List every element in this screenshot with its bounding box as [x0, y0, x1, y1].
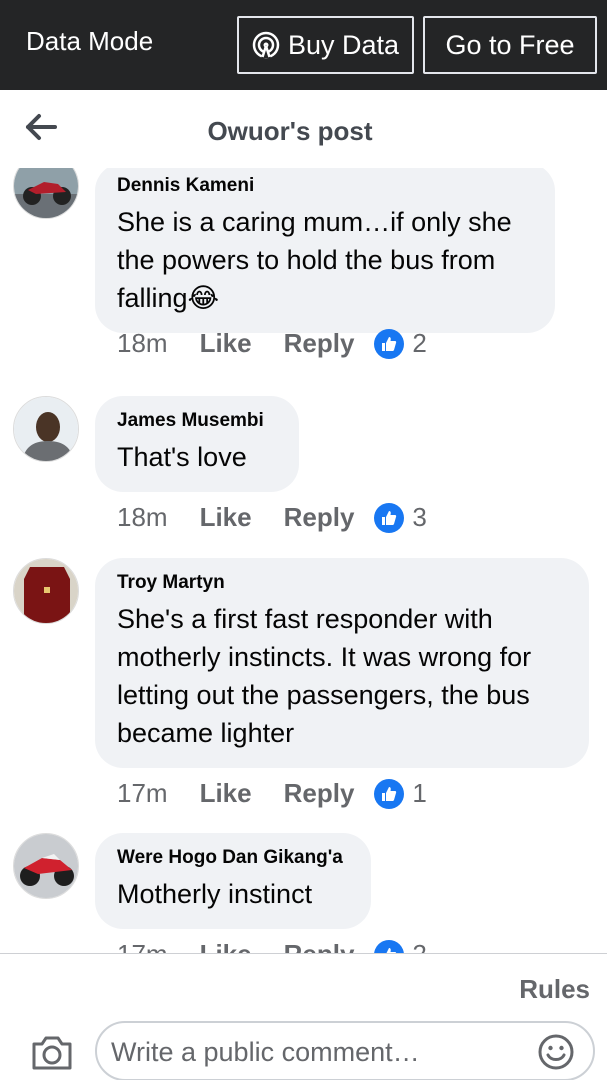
reply-button[interactable]: Reply — [284, 502, 355, 533]
comment-time: 18m — [117, 328, 168, 358]
page-title: Owuor's post — [207, 116, 373, 146]
reaction-count[interactable]: 2 — [412, 939, 426, 953]
like-button[interactable]: Like — [200, 502, 252, 533]
comment-composer-area: Rules — [0, 953, 607, 1080]
reply-button[interactable]: Reply — [284, 328, 355, 359]
buy-data-label: Buy Data — [287, 29, 400, 60]
comment-bubble[interactable]: Were Hogo Dan Gikang'a Motherly instinct — [95, 833, 371, 929]
avatar[interactable] — [13, 558, 79, 624]
comment-actions: 17m Like Reply 1 — [117, 778, 427, 809]
comment-actions: 18m Like Reply 2 — [117, 328, 427, 359]
reaction-count[interactable]: 1 — [412, 778, 426, 809]
comment-time: 17m — [117, 778, 168, 808]
broadcast-icon — [252, 31, 280, 59]
comment-text: Motherly instinct — [117, 879, 313, 909]
like-button[interactable]: Like — [200, 328, 252, 359]
comment-author[interactable]: James Musembi — [117, 410, 277, 432]
reply-button[interactable]: Reply — [284, 778, 355, 809]
reaction-count[interactable]: 2 — [412, 328, 426, 359]
data-mode-bar: Data Mode Buy Data Go to Free — [0, 0, 607, 90]
comment-actions: 18m Like Reply 3 — [117, 502, 427, 533]
jersey-avatar-image — [14, 559, 78, 623]
comment-text: That's love — [117, 442, 247, 472]
reply-button[interactable]: Reply — [284, 939, 355, 953]
motorbike-avatar-image — [14, 168, 78, 218]
go-to-free-label: Go to Free — [445, 29, 575, 60]
smiley-icon[interactable] — [537, 1033, 575, 1071]
like-button[interactable]: Like — [200, 939, 252, 953]
avatar[interactable] — [13, 396, 79, 462]
comment-time: 17m — [117, 939, 168, 953]
comment-text: She's a first fast responder with mother… — [117, 604, 532, 748]
camera-icon[interactable] — [30, 1032, 74, 1072]
comment-author[interactable]: Were Hogo Dan Gikang'a — [117, 847, 349, 869]
buy-data-button[interactable]: Buy Data — [237, 16, 414, 74]
data-mode-label: Data Mode — [26, 26, 154, 56]
post-header: Owuor's post — [0, 90, 607, 168]
like-reaction-icon[interactable] — [374, 778, 405, 809]
comment-actions: 17m Like Reply 2 — [117, 939, 427, 953]
avatar[interactable] — [13, 168, 79, 219]
like-reaction-icon[interactable] — [374, 328, 405, 359]
comment-bubble[interactable]: James Musembi That's love — [95, 396, 299, 492]
comments-list[interactable]: Dennis Kameni She is a caring mum…if onl… — [0, 168, 607, 953]
comment-author[interactable]: Dennis Kameni — [117, 175, 533, 197]
like-button[interactable]: Like — [200, 778, 252, 809]
motorbike-avatar-image — [14, 834, 78, 898]
comment-time: 18m — [117, 502, 168, 532]
like-reaction-icon[interactable] — [374, 502, 405, 533]
rules-link[interactable]: Rules — [519, 974, 590, 1005]
comment-author[interactable]: Troy Martyn — [117, 572, 567, 594]
comment-input-box[interactable] — [95, 1021, 595, 1080]
person-avatar-image — [14, 397, 78, 461]
comment-bubble[interactable]: Troy Martyn She's a first fast responder… — [95, 558, 589, 768]
comment-input[interactable] — [111, 1033, 531, 1071]
like-reaction-icon[interactable] — [374, 939, 405, 953]
reaction-count[interactable]: 3 — [412, 502, 426, 533]
avatar[interactable] — [13, 833, 79, 899]
go-to-free-button[interactable]: Go to Free — [423, 16, 597, 74]
comment-text: She is a caring mum…if only she the powe… — [117, 207, 512, 313]
comment-bubble[interactable]: Dennis Kameni She is a caring mum…if onl… — [95, 168, 555, 333]
